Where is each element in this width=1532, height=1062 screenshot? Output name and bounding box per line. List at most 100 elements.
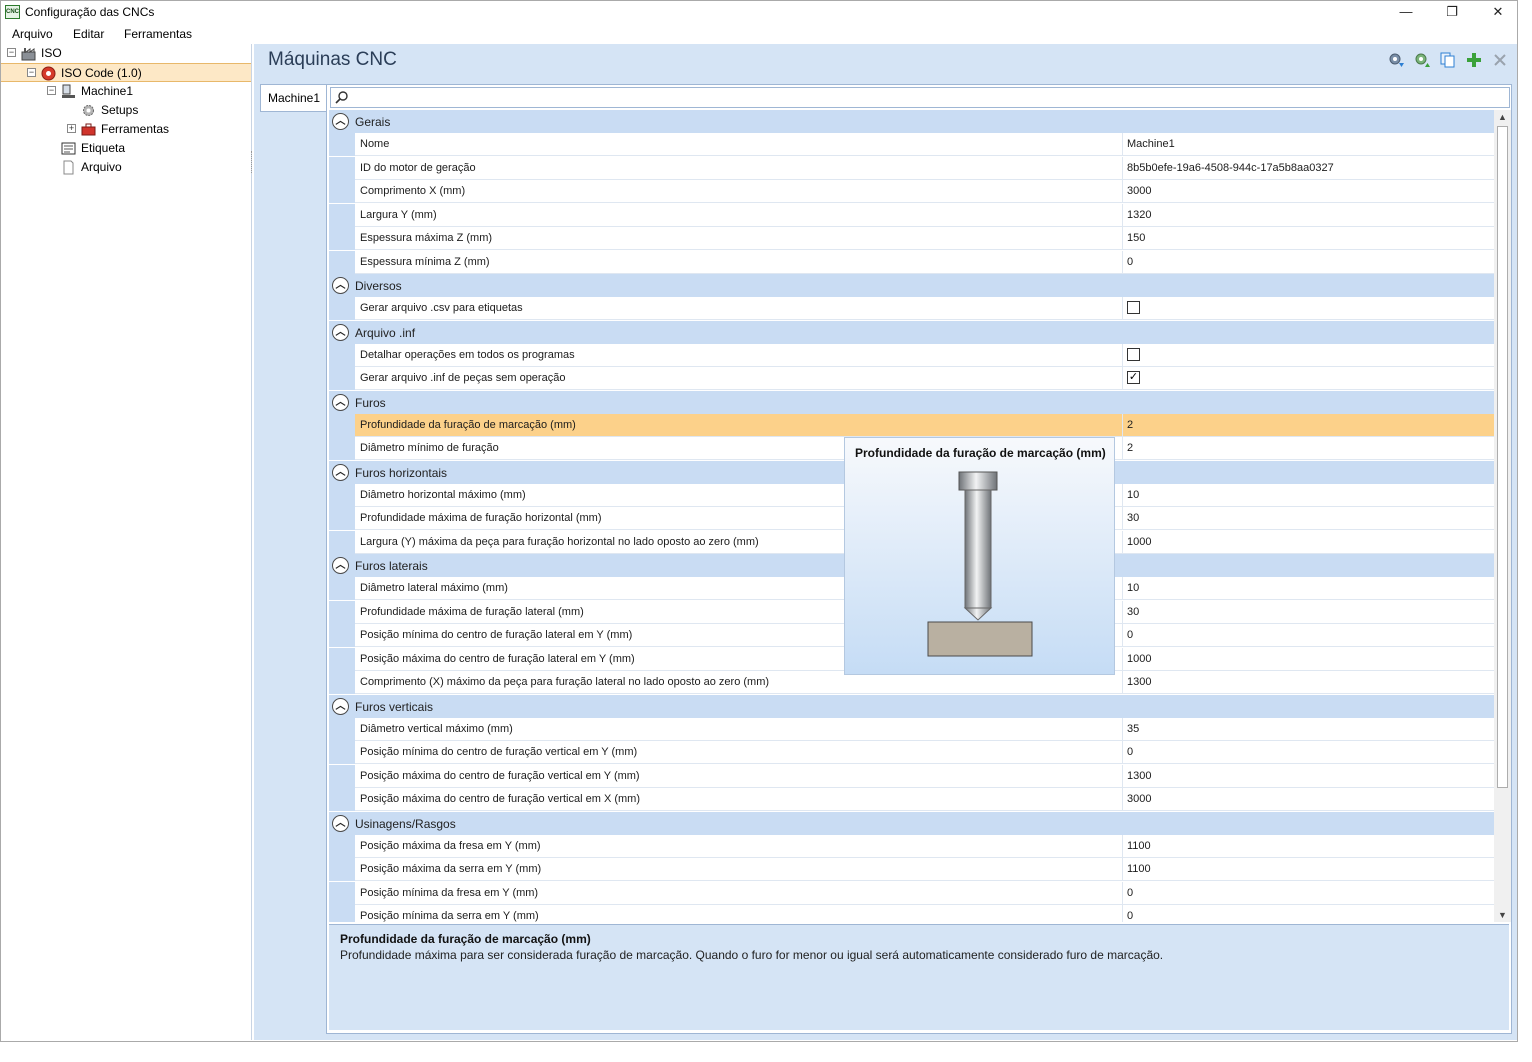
- property-value[interactable]: 0: [1127, 910, 1133, 922]
- property-value-cell[interactable]: 1000: [1122, 530, 1494, 554]
- property-value[interactable]: 2: [1127, 442, 1133, 454]
- property-value-cell[interactable]: 3000: [1122, 180, 1494, 203]
- property-row[interactable]: Gerar arquivo .csv para etiquetas: [355, 297, 1494, 320]
- category-arquivo-inf[interactable]: ︿ Arquivo .inf: [329, 320, 1494, 344]
- property-value-cell[interactable]: 10: [1122, 483, 1494, 507]
- collapse-category-icon[interactable]: ︿: [332, 113, 349, 130]
- collapse-category-icon[interactable]: ︿: [332, 557, 349, 574]
- property-value[interactable]: 30: [1127, 512, 1139, 524]
- property-value-cell[interactable]: 30: [1122, 600, 1494, 624]
- property-value-cell[interactable]: 30: [1122, 507, 1494, 530]
- property-row[interactable]: Posição mínima do centro de furação vert…: [355, 741, 1494, 764]
- property-value[interactable]: 2: [1127, 419, 1133, 431]
- search-input[interactable]: [330, 87, 1510, 108]
- property-row[interactable]: Posição máxima da fresa em Y (mm) 1100: [355, 834, 1494, 858]
- category-furos[interactable]: ︿ Furos: [329, 390, 1494, 414]
- category-gerais[interactable]: ︿ Gerais: [329, 110, 1494, 133]
- collapse-category-icon[interactable]: ︿: [332, 697, 349, 715]
- property-value[interactable]: 1100: [1127, 840, 1151, 852]
- property-value[interactable]: 1000: [1127, 653, 1151, 665]
- property-value[interactable]: 1100: [1127, 863, 1151, 875]
- property-value[interactable]: 1000: [1127, 536, 1151, 548]
- scroll-thumb[interactable]: [1497, 126, 1508, 788]
- property-value[interactable]: 10: [1127, 489, 1139, 501]
- tree-item-iso[interactable]: − ISO: [1, 44, 251, 63]
- property-row[interactable]: Posição mínima da serra em Y (mm) 0: [355, 905, 1494, 922]
- category-usinagens-rasgos[interactable]: ︿ Usinagens/Rasgos: [329, 811, 1494, 835]
- property-value-cell[interactable]: ✓: [1122, 367, 1494, 390]
- collapse-category-icon[interactable]: ︿: [332, 814, 349, 832]
- settings-down-icon[interactable]: [1387, 51, 1405, 69]
- property-value[interactable]: 3000: [1127, 793, 1151, 805]
- tree-item-setups[interactable]: Setups: [1, 101, 251, 120]
- property-checkbox[interactable]: [1127, 301, 1140, 314]
- collapse-category-icon[interactable]: ︿: [332, 323, 349, 341]
- tree-item-ferramentas[interactable]: + Ferramentas: [1, 120, 251, 139]
- property-value-cell[interactable]: 0: [1122, 741, 1494, 764]
- property-value-cell[interactable]: 0: [1122, 250, 1494, 274]
- menu-editar[interactable]: Editar: [73, 27, 104, 41]
- tab-machine1[interactable]: Machine1: [260, 84, 326, 112]
- collapse-icon[interactable]: −: [47, 86, 56, 95]
- property-row[interactable]: Diâmetro vertical máximo (mm) 35: [355, 717, 1494, 741]
- property-value[interactable]: 3000: [1127, 185, 1151, 197]
- property-row[interactable]: Detalhar operações em todos os programas: [355, 343, 1494, 367]
- collapse-category-icon[interactable]: ︿: [332, 277, 349, 294]
- property-value-cell[interactable]: 3000: [1122, 788, 1494, 811]
- property-value[interactable]: 0: [1127, 256, 1133, 268]
- property-row[interactable]: Espessura mínima Z (mm) 0: [355, 250, 1494, 274]
- category-furos-verticais[interactable]: ︿ Furos verticais: [329, 694, 1494, 718]
- property-value-cell[interactable]: 35: [1122, 717, 1494, 741]
- add-icon[interactable]: [1465, 51, 1483, 69]
- property-checkbox[interactable]: ✓: [1127, 371, 1140, 384]
- property-value-cell[interactable]: 1300: [1122, 671, 1494, 694]
- close-button[interactable]: ✕: [1475, 1, 1521, 23]
- property-value-cell[interactable]: 2: [1122, 437, 1494, 460]
- menu-arquivo[interactable]: Arquivo: [12, 27, 53, 41]
- property-row[interactable]: Posição máxima da serra em Y (mm) 1100: [355, 858, 1494, 881]
- property-row[interactable]: Posição máxima do centro de furação vert…: [355, 764, 1494, 788]
- scroll-up-icon[interactable]: ▲: [1494, 110, 1511, 124]
- property-value[interactable]: 1300: [1127, 770, 1151, 782]
- restore-button[interactable]: ❐: [1429, 1, 1475, 23]
- property-value[interactable]: 0: [1127, 746, 1133, 758]
- collapse-category-icon[interactable]: ︿: [332, 393, 349, 411]
- menu-ferramentas[interactable]: Ferramentas: [124, 27, 192, 41]
- category-diversos[interactable]: ︿ Diversos: [329, 274, 1494, 297]
- tree-item-etiqueta[interactable]: Etiqueta: [1, 139, 251, 158]
- property-value-cell[interactable]: 1300: [1122, 764, 1494, 788]
- property-value-cell[interactable]: 0: [1122, 624, 1494, 647]
- property-value[interactable]: 0: [1127, 887, 1133, 899]
- vertical-scrollbar[interactable]: ▲ ▼: [1494, 110, 1511, 922]
- collapse-icon[interactable]: −: [27, 68, 36, 77]
- collapse-icon[interactable]: −: [7, 48, 16, 57]
- property-value[interactable]: 30: [1127, 606, 1139, 618]
- property-value[interactable]: 10: [1127, 582, 1139, 594]
- property-value-cell[interactable]: 1100: [1122, 858, 1494, 881]
- minimize-button[interactable]: —: [1383, 1, 1429, 23]
- property-value-cell[interactable]: 1100: [1122, 834, 1494, 858]
- property-value-cell[interactable]: [1122, 297, 1494, 320]
- collapse-category-icon[interactable]: ︿: [332, 463, 349, 481]
- property-value-cell[interactable]: 2: [1122, 413, 1494, 437]
- tree-item-iso-code-1-0[interactable]: − ISO Code (1.0): [1, 63, 251, 82]
- property-value-cell[interactable]: 8b5b0efe-19a6-4508-944c-17a5b8aa0327: [1122, 156, 1494, 180]
- property-value[interactable]: Machine1: [1127, 138, 1175, 150]
- property-value[interactable]: 150: [1127, 232, 1145, 244]
- title-bar[interactable]: CNC Configuração das CNCs — ❐ ✕: [1, 1, 1517, 23]
- property-row[interactable]: Comprimento X (mm) 3000: [355, 180, 1494, 203]
- property-value-cell[interactable]: 0: [1122, 881, 1494, 905]
- property-row[interactable]: Largura Y (mm) 1320: [355, 203, 1494, 227]
- scroll-down-icon[interactable]: ▼: [1494, 908, 1511, 922]
- property-value-cell[interactable]: 1000: [1122, 647, 1494, 671]
- settings-up-icon[interactable]: [1413, 51, 1431, 69]
- property-value[interactable]: 1300: [1127, 676, 1151, 688]
- property-value[interactable]: 0: [1127, 629, 1133, 641]
- property-row[interactable]: Nome Machine1: [355, 133, 1494, 156]
- property-value-cell[interactable]: [1122, 343, 1494, 367]
- property-value-cell[interactable]: 0: [1122, 905, 1494, 922]
- property-value-cell[interactable]: Machine1: [1122, 133, 1494, 156]
- property-row[interactable]: Espessura máxima Z (mm) 150: [355, 227, 1494, 250]
- property-row[interactable]: ID do motor de geração 8b5b0efe-19a6-4508…: [355, 156, 1494, 180]
- property-value-cell[interactable]: 10: [1122, 577, 1494, 600]
